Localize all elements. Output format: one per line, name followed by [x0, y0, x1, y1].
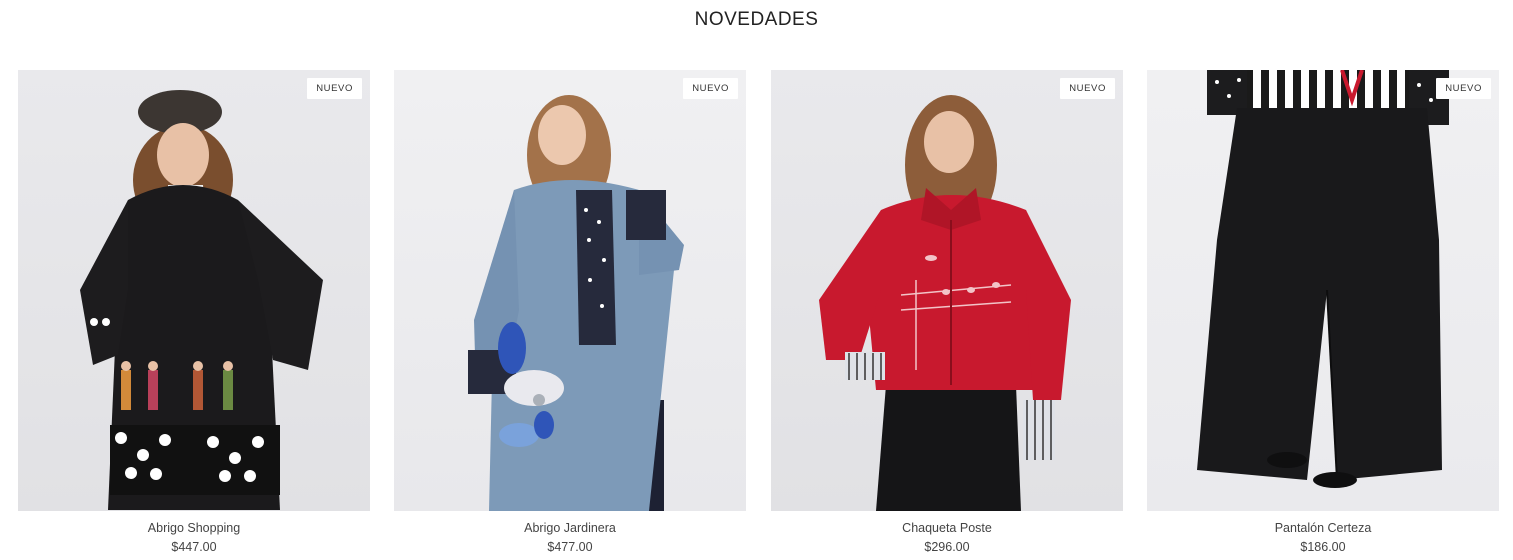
product-image[interactable]: NUEVO: [1147, 70, 1499, 511]
new-badge: NUEVO: [1060, 78, 1115, 99]
product-name[interactable]: Pantalón Certeza: [1147, 521, 1499, 535]
product-image[interactable]: NUEVO: [394, 70, 746, 511]
product-price: $296.00: [924, 540, 970, 554]
product-image[interactable]: NUEVO: [771, 70, 1123, 511]
product-card-pantalon-certeza[interactable]: NUEVO Pantalón Certeza $186.00: [1147, 70, 1499, 560]
product-photo-illustration: [1197, 70, 1449, 488]
product-card-abrigo-shopping[interactable]: NUEVO Abrigo Shopping $447.00: [18, 70, 370, 560]
product-name[interactable]: Abrigo Shopping: [18, 521, 370, 535]
section-title: NOVEDADES: [694, 9, 819, 30]
new-badge: NUEVO: [1436, 78, 1491, 99]
product-price: $447.00: [171, 540, 217, 554]
product-name[interactable]: Chaqueta Poste: [771, 521, 1123, 535]
new-badge: NUEVO: [307, 78, 362, 99]
product-card-chaqueta-poste[interactable]: NUEVO Chaqueta Poste $296.00: [771, 70, 1123, 560]
product-photo-illustration: [80, 90, 323, 510]
new-badge: NUEVO: [683, 78, 738, 99]
product-price: $186.00: [1300, 540, 1346, 554]
product-price: $477.00: [547, 540, 593, 554]
product-photo-illustration: [819, 95, 1071, 511]
product-image[interactable]: NUEVO: [18, 70, 370, 511]
product-grid: NUEVO Abrigo Shopping $447.00 NUEVO Abri…: [18, 70, 1499, 560]
product-name[interactable]: Abrigo Jardinera: [394, 521, 746, 535]
product-photo-illustration: [468, 95, 684, 511]
product-card-abrigo-jardinera[interactable]: NUEVO Abrigo Jardinera $477.00: [394, 70, 746, 560]
